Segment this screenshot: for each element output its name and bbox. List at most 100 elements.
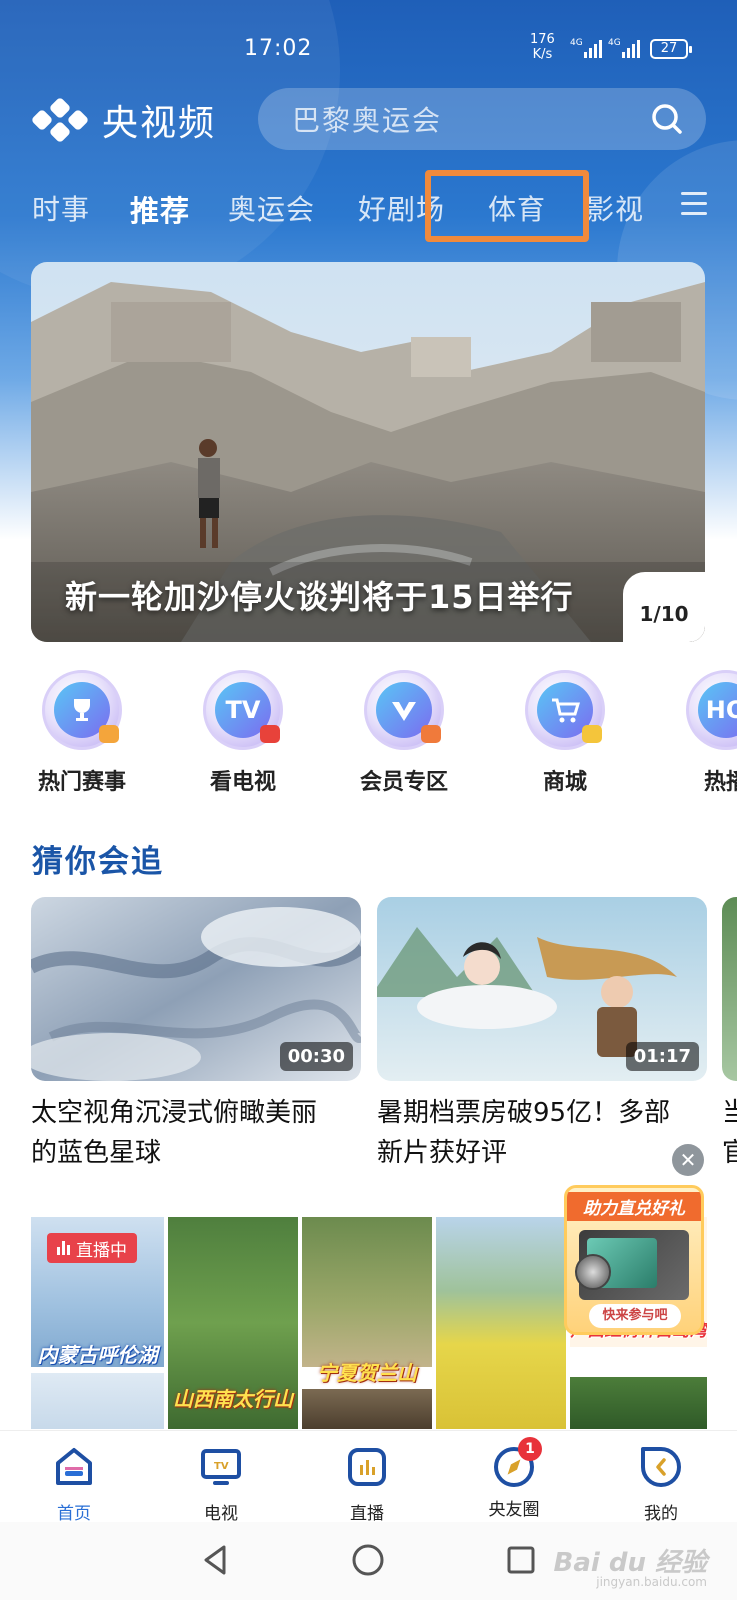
live-tile-image <box>31 1373 164 1429</box>
promo-title: 助力直兑好礼 <box>567 1192 701 1221</box>
video-title: 暑期档票房破95亿！多部 新片获好评 <box>377 1093 707 1173</box>
banner-title: 新一轮加沙停火谈判将于15日举行 <box>65 578 574 616</box>
tab-recommend[interactable]: 推荐 <box>130 188 190 230</box>
live-badge: 直播中 <box>47 1233 137 1263</box>
home-circle-icon[interactable] <box>350 1542 386 1578</box>
banner-counter: 1/10 <box>623 572 705 642</box>
tv-nav-icon: TV <box>201 1449 241 1485</box>
live-caption: 宁夏贺兰山 <box>317 1361 417 1385</box>
video-card-partial[interactable] <box>722 897 737 1081</box>
video-thumbnail: 01:17 <box>377 897 707 1081</box>
video-duration: 00:30 <box>279 1042 353 1071</box>
live-equalizer-icon <box>57 1241 70 1255</box>
quick-item-mall[interactable]: 商城 <box>500 670 630 796</box>
search-placeholder: 巴黎奥运会 <box>292 104 443 137</box>
quick-item-watch-tv[interactable]: TV 看电视 <box>178 670 308 796</box>
quick-item-vip[interactable]: 会员专区 <box>339 670 469 796</box>
live-caption: 山西南太行山 <box>173 1387 293 1411</box>
video-title-line: 新片获好评 <box>377 1138 508 1168</box>
logo-mark-icon <box>30 96 90 144</box>
vip-icon <box>364 670 444 750</box>
home-icon <box>56 1448 92 1485</box>
network-speed: 176 K/s <box>530 32 555 62</box>
promo-floating-card[interactable]: 助力直兑好礼 快来参与吧 <box>564 1185 704 1335</box>
video-duration: 01:17 <box>625 1042 699 1071</box>
quick-item-hot-shows[interactable]: HO 热播 <box>661 670 737 796</box>
bottom-navigation: 首页 TV 电视 直播 1 央友圈 我的 <box>0 1430 737 1524</box>
watch-icon <box>575 1254 611 1290</box>
app-logo: 央视频 <box>30 96 240 144</box>
status-bar: 17:02 176 K/s 4G 4G 27 <box>0 0 737 90</box>
video-title-line: 官 <box>722 1138 737 1168</box>
close-icon[interactable]: ✕ <box>672 1144 704 1176</box>
quick-label: 看电视 <box>209 770 276 795</box>
trophy-icon <box>42 670 122 750</box>
notification-badge: 1 <box>518 1437 542 1461</box>
search-input[interactable]: 巴黎奥运会 <box>258 88 706 150</box>
status-time: 17:02 <box>244 36 313 61</box>
nav-item-live[interactable]: 直播 <box>322 1445 412 1524</box>
profile-icon <box>641 1447 681 1487</box>
tab-highlight-box <box>425 170 589 242</box>
video-title-line: 暑期档票房破95亿！多部 <box>377 1098 671 1128</box>
video-title: 太空视角沉浸式俯瞰美丽 的蓝色星球 <box>31 1093 361 1173</box>
signal-label: 4G <box>608 38 621 48</box>
live-tile[interactable]: 宁夏贺兰山 <box>302 1217 432 1429</box>
quick-label: 商城 <box>542 770 587 795</box>
hot-glyph: HO <box>698 682 737 738</box>
quick-entries: 热门赛事 TV 看电视 会员专区 商城 HO 热播 <box>0 670 737 795</box>
menu-icon[interactable] <box>681 192 707 216</box>
promo-button[interactable]: 快来参与吧 <box>589 1304 681 1328</box>
category-tabs: 时事 推荐 奥运会 好剧场 体育 影视 <box>0 176 737 238</box>
signal-icon: 4G <box>608 38 648 60</box>
network-speed-unit: K/s <box>532 47 553 62</box>
svg-text:TV: TV <box>214 1461 229 1472</box>
live-tile-image <box>436 1217 566 1429</box>
tv-icon: TV <box>203 670 283 750</box>
tab-film[interactable]: 影视 <box>586 188 644 228</box>
live-caption: 内蒙古呼伦湖 <box>37 1343 158 1367</box>
battery-icon: 27 <box>650 39 692 59</box>
nav-label: 我的 <box>644 1504 678 1524</box>
live-badge-label: 直播中 <box>76 1240 127 1261</box>
nav-item-home[interactable]: 首页 <box>29 1445 119 1524</box>
signal-label: 4G <box>570 38 583 48</box>
cart-icon <box>525 670 605 750</box>
live-tile-image <box>570 1377 707 1429</box>
back-icon[interactable] <box>198 1542 234 1578</box>
quick-label: 热播 <box>703 770 737 795</box>
watermark-brand: Bai du 经验 <box>553 1548 708 1578</box>
video-card[interactable]: 01:17 暑期档票房破95亿！多部 新片获好评 <box>377 897 707 1173</box>
watermark: Bai du 经验 jingyan.baidu.com <box>554 1542 708 1589</box>
nav-item-tv[interactable]: TV 电视 <box>176 1445 266 1524</box>
recents-icon[interactable] <box>503 1542 539 1578</box>
hot-icon: HO <box>686 670 737 750</box>
nav-label: 电视 <box>204 1504 238 1524</box>
live-nav-icon <box>348 1448 386 1486</box>
quick-label: 会员专区 <box>359 770 448 795</box>
video-title-line: 太空视角沉浸式俯瞰美丽 <box>31 1098 318 1128</box>
system-navigation-bar: Bai du 经验 jingyan.baidu.com <box>0 1522 737 1600</box>
quick-item-hot-events[interactable]: 热门赛事 <box>17 670 147 796</box>
video-card[interactable]: 00:30 太空视角沉浸式俯瞰美丽 的蓝色星球 <box>31 897 361 1173</box>
tab-shishi[interactable]: 时事 <box>32 188 90 228</box>
video-title-partial: 当 官 <box>722 1093 737 1173</box>
nav-label: 首页 <box>57 1504 91 1524</box>
video-title-line: 当 <box>722 1098 737 1128</box>
video-title-line: 的蓝色星球 <box>31 1138 162 1168</box>
nav-label: 央友圈 <box>488 1500 540 1520</box>
search-icon[interactable] <box>650 102 684 136</box>
live-tile[interactable] <box>436 1217 566 1429</box>
signal-icon: 4G <box>570 38 610 60</box>
live-tile-image <box>302 1217 432 1367</box>
tab-olympics[interactable]: 奥运会 <box>228 188 315 228</box>
compass-icon: 1 <box>492 1437 542 1489</box>
nav-item-profile[interactable]: 我的 <box>616 1445 706 1524</box>
app-name: 央视频 <box>102 103 217 144</box>
hero-banner[interactable]: 新一轮加沙停火谈判将于15日举行 1/10 <box>31 262 705 642</box>
live-tile-image <box>302 1389 432 1429</box>
video-thumbnail: 00:30 <box>31 897 361 1081</box>
quick-label: 热门赛事 <box>37 770 126 795</box>
live-tile[interactable]: 山西南太行山 <box>168 1217 298 1429</box>
nav-item-circle[interactable]: 1 央友圈 <box>469 1437 559 1520</box>
